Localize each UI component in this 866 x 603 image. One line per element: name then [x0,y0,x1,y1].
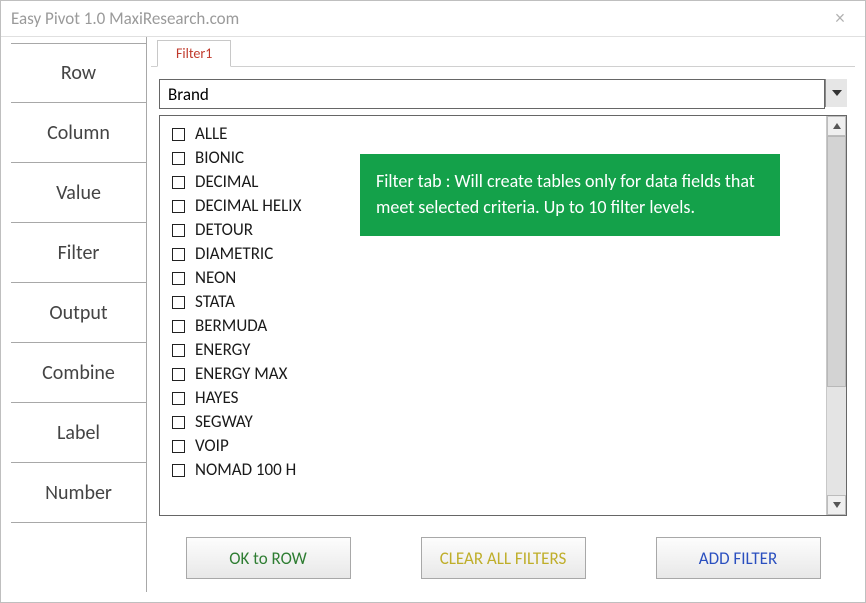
sidebar: Row Column Value Filter Output Combine L… [11,37,146,592]
dropdown-value: Brand [168,84,816,105]
ok-to-row-button[interactable]: OK to ROW [186,537,351,579]
sidebar-item-label: Label [57,421,100,445]
checkbox[interactable] [172,368,185,381]
sidebar-item-label: Column [47,121,110,145]
checkbox[interactable] [172,224,185,237]
item-label: NEON [195,266,236,290]
clear-all-filters-button[interactable]: CLEAR ALL FILTERS [421,537,586,579]
filter-content: Brand ALLE BIONIC DECIMAL DECIMAL HELIX … [151,67,855,592]
checkbox[interactable] [172,296,185,309]
checkbox[interactable] [172,248,185,261]
scroll-thumb[interactable] [827,136,846,387]
checkbox[interactable] [172,320,185,333]
button-label: CLEAR ALL FILTERS [440,548,567,569]
sidebar-item-label: Row [61,61,96,85]
item-label: ENERGY [195,338,250,362]
list-item[interactable]: BERMUDA [172,314,822,338]
sidebar-item-value[interactable]: Value [11,163,146,223]
checkbox[interactable] [172,464,185,477]
tabstrip: Filter1 [151,37,855,67]
sidebar-item-output[interactable]: Output [11,283,146,343]
item-label: VOIP [195,434,229,458]
checkbox[interactable] [172,176,185,189]
add-filter-button[interactable]: ADD FILTER [656,537,821,579]
item-label: HAYES [195,386,238,410]
button-row: OK to ROW CLEAR ALL FILTERS ADD FILTER [159,522,847,584]
sidebar-item-label: Combine [42,361,115,385]
list-item[interactable]: HAYES [172,386,822,410]
list-item[interactable]: NEON [172,266,822,290]
titlebar: Easy Pivot 1.0 MaxiResearch.com × [1,1,865,37]
item-label: NOMAD 100 H [195,458,296,482]
item-label: DETOUR [195,218,253,242]
item-label: SEGWAY [195,410,253,434]
item-label: BERMUDA [195,314,267,338]
checkbox[interactable] [172,272,185,285]
sidebar-item-label: Filter [58,241,100,265]
sidebar-item-column[interactable]: Column [11,103,146,163]
checkbox[interactable] [172,152,185,165]
item-label: DIAMETRIC [195,242,273,266]
scrollbar[interactable] [826,116,846,515]
item-label: DECIMAL [195,170,258,194]
list-item[interactable]: DIAMETRIC [172,242,822,266]
sidebar-item-filter[interactable]: Filter [11,223,146,283]
sidebar-item-label: Number [45,481,112,505]
checkbox[interactable] [172,392,185,405]
item-label: ENERGY MAX [195,362,287,386]
dropdown-display[interactable]: Brand [159,79,825,109]
item-label: BIONIC [195,146,244,170]
main-panel: Filter1 Brand ALLE BIONIC DECIMAL [146,37,855,592]
button-label: OK to ROW [229,548,307,569]
sidebar-item-label[interactable]: Label [11,403,146,463]
list-item[interactable]: ENERGY MAX [172,362,822,386]
sidebar-item-number[interactable]: Number [11,463,146,523]
sidebar-item-label: Output [49,301,107,325]
scroll-down-icon[interactable] [827,495,846,515]
item-label: DECIMAL HELIX [195,194,301,218]
list-item[interactable]: VOIP [172,434,822,458]
list-item[interactable]: STATA [172,290,822,314]
list-item[interactable]: SEGWAY [172,410,822,434]
sidebar-item-label: Value [56,181,101,205]
checkbox[interactable] [172,416,185,429]
sidebar-item-row[interactable]: Row [11,43,146,103]
sidebar-item-combine[interactable]: Combine [11,343,146,403]
button-label: ADD FILTER [699,548,777,569]
tab-label: Filter1 [176,45,212,62]
checkbox[interactable] [172,440,185,453]
window-body: Row Column Value Filter Output Combine L… [1,37,865,602]
list-item[interactable]: ENERGY [172,338,822,362]
checkbox[interactable] [172,200,185,213]
scroll-track[interactable] [827,136,846,495]
list-item[interactable]: ALLE [172,122,822,146]
scroll-up-icon[interactable] [827,116,846,136]
chevron-down-icon[interactable] [825,79,847,107]
list-item[interactable]: NOMAD 100 H [172,458,822,482]
callout-text: Filter tab : Will create tables only for… [376,170,755,218]
filter-listbox: ALLE BIONIC DECIMAL DECIMAL HELIX DETOUR… [159,115,847,516]
checkbox[interactable] [172,344,185,357]
tab-filter1[interactable]: Filter1 [157,40,231,67]
item-label: ALLE [195,122,227,146]
help-callout: Filter tab : Will create tables only for… [360,154,780,236]
window-title: Easy Pivot 1.0 MaxiResearch.com [11,8,825,29]
item-label: STATA [195,290,235,314]
checkbox[interactable] [172,128,185,141]
close-icon[interactable]: × [825,7,855,30]
app-window: Easy Pivot 1.0 MaxiResearch.com × Row Co… [0,0,866,603]
field-dropdown[interactable]: Brand [159,79,847,109]
